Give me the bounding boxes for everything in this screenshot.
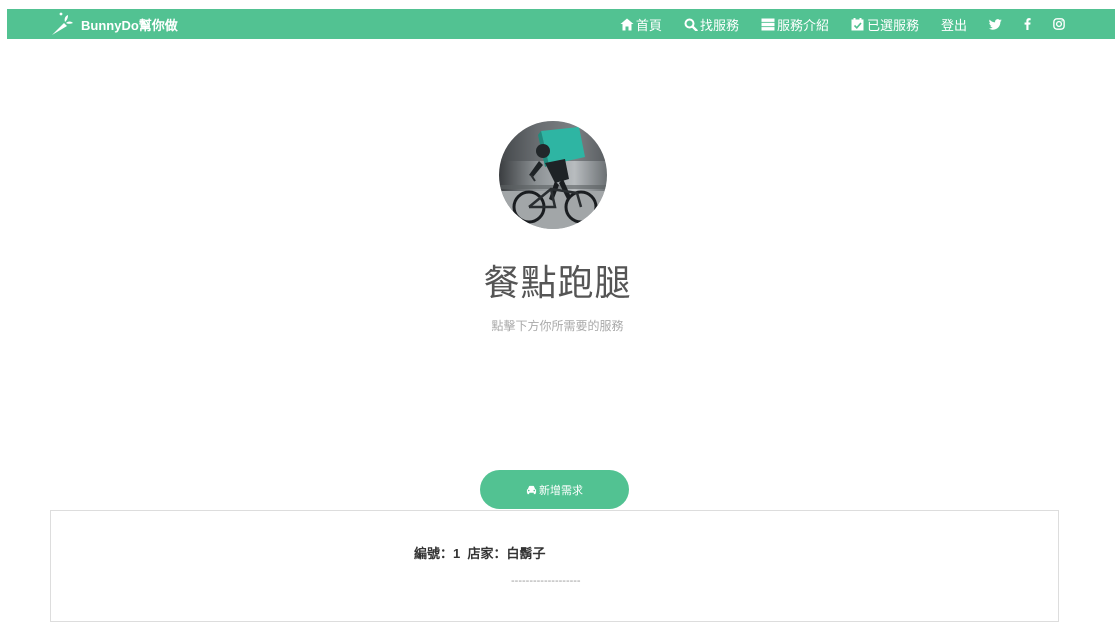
order-store-value: 白鬍子 <box>506 546 546 561</box>
order-id-value: 1 <box>453 546 461 561</box>
nav-item-selected-services[interactable]: 已選服務 <box>851 15 919 34</box>
page-subtitle: 點擊下方你所需要的服務 <box>491 319 624 333</box>
add-request-label: 新增需求 <box>539 484 583 497</box>
social-instagram[interactable] <box>1053 18 1065 30</box>
calendar-check-icon <box>851 17 864 30</box>
facebook-icon <box>1024 18 1031 30</box>
nav-menu: 首頁 找服務 服務介紹 已選服務 登出 <box>598 9 1065 39</box>
brand-link[interactable]: BunnyDo幫你做 <box>49 9 178 39</box>
nav-item-label: 服務介紹 <box>776 17 829 33</box>
order-id-label: 編號： <box>414 546 454 561</box>
brand-name: BunnyDo幫你做 <box>81 17 178 33</box>
twitter-icon <box>989 18 1002 30</box>
instagram-icon <box>1053 18 1065 30</box>
nav-item-home[interactable]: 首頁 <box>620 15 662 34</box>
order-card: 編號：1 店家：白鬍子 ------------------- <box>50 510 1059 622</box>
add-request-button[interactable]: 新增需求 <box>480 470 629 509</box>
service-avatar <box>499 121 607 229</box>
order-store-label: 店家： <box>467 546 507 561</box>
order-header: 編號：1 店家：白鬍子 <box>414 543 546 562</box>
nav-item-label: 登出 <box>940 17 967 33</box>
nav-item-label: 找服務 <box>699 17 739 33</box>
home-icon <box>620 18 634 30</box>
top-navbar: BunnyDo幫你做 首頁 找服務 服務介紹 已選服務 登出 <box>7 9 1115 39</box>
nav-item-find-service[interactable]: 找服務 <box>684 15 739 34</box>
social-twitter[interactable] <box>989 18 1002 30</box>
social-facebook[interactable] <box>1024 18 1031 30</box>
server-icon <box>761 18 775 30</box>
page-title: 餐點跑腿 <box>483 263 632 304</box>
search-icon <box>684 18 698 31</box>
nav-item-logout[interactable]: 登出 <box>941 15 967 34</box>
car-icon <box>526 485 537 494</box>
nav-item-label: 首頁 <box>635 17 662 33</box>
carrot-logo-icon <box>52 12 73 35</box>
nav-item-label: 已選服務 <box>866 17 919 33</box>
courier-cyclist-image <box>499 121 607 229</box>
nav-item-service-intro[interactable]: 服務介紹 <box>761 15 829 34</box>
order-separator: ------------------- <box>511 575 581 587</box>
